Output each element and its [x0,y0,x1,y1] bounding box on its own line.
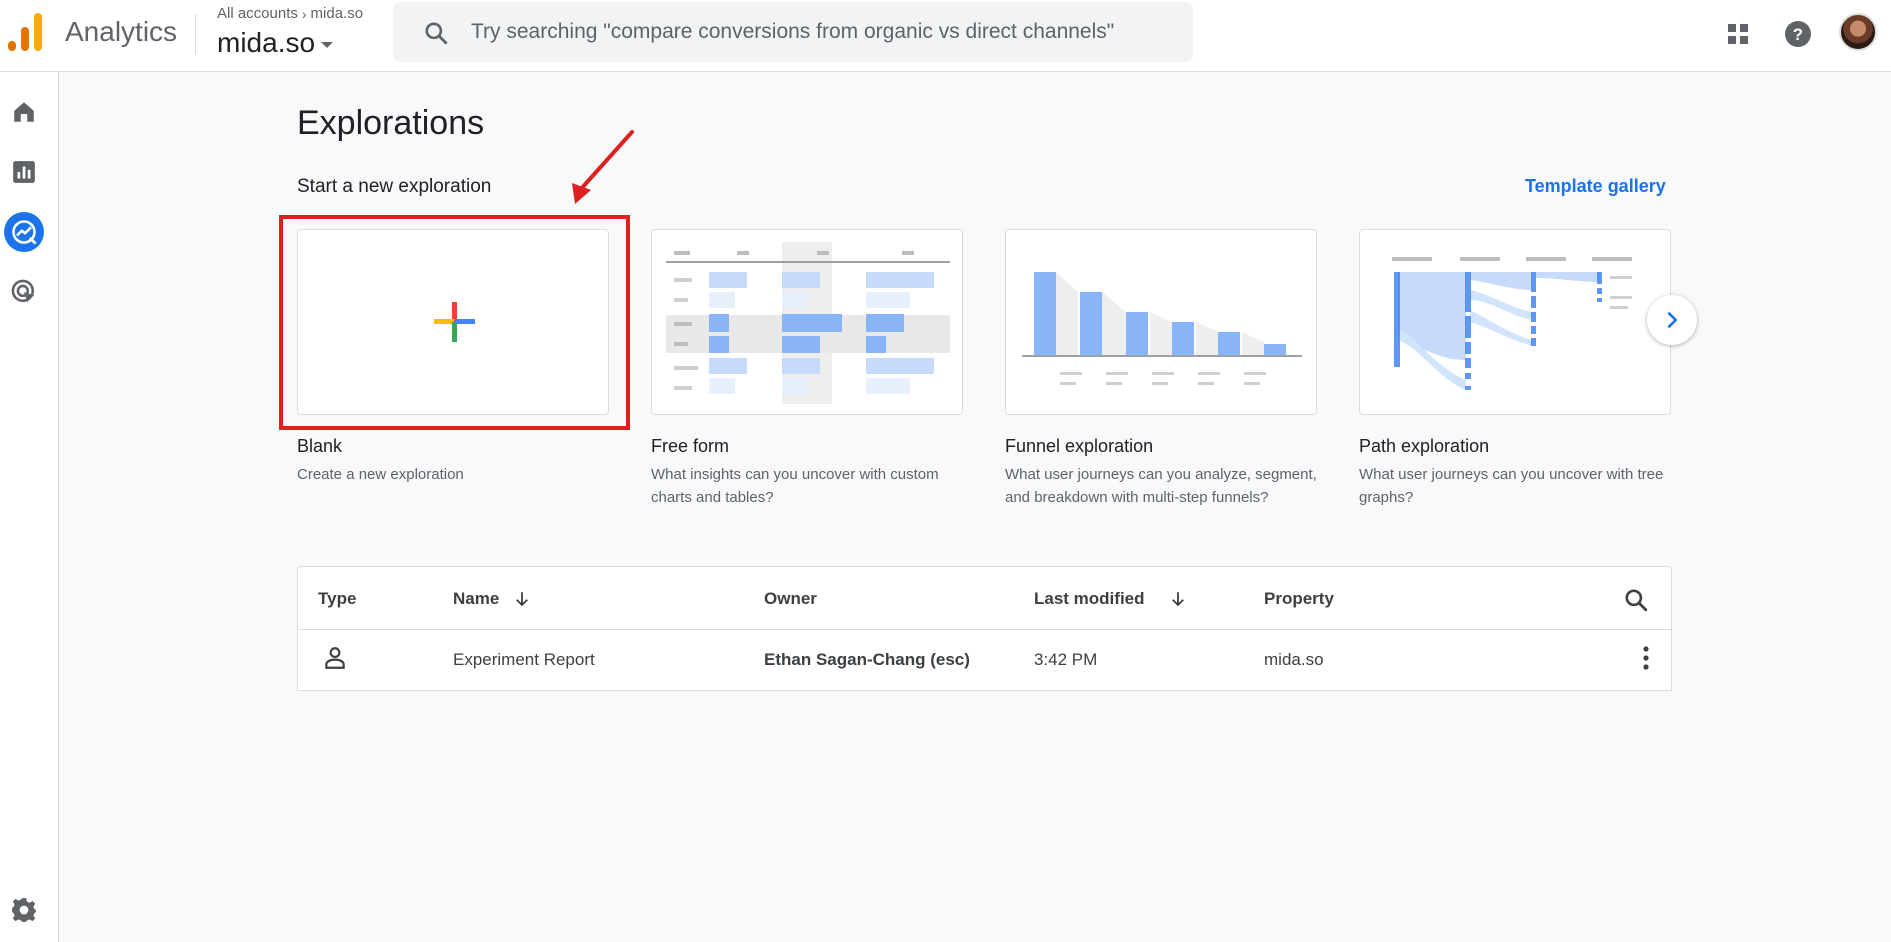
nav-home[interactable] [4,92,44,132]
column-header-type-label: Type [318,589,357,608]
row-last-modified: 3:42 PM [1034,650,1098,669]
card-desc-blank: Create a new exploration [297,466,464,483]
free-form-thumbnail [666,242,950,404]
chevron-right-icon: › [301,5,307,22]
header-divider [298,629,1671,630]
nav-explore[interactable] [4,212,44,252]
card-name-free-form: Free form [651,436,730,456]
nav-advertising[interactable] [4,272,44,312]
apps-icon[interactable] [1718,14,1758,54]
card-name-path: Path exploration [1359,436,1490,456]
row-owner: Ethan Sagan-Chang (esc) [764,650,970,669]
arrow-down-icon [1171,592,1184,607]
annotation-arrow [572,130,634,204]
row-name[interactable]: Experiment Report [453,650,595,670]
column-header-name[interactable]: Name [453,589,531,609]
search-icon[interactable] [1623,587,1649,613]
card-name-funnel: Funnel exploration [1005,436,1154,456]
column-header-property-label: Property [1264,589,1334,608]
next-templates-button[interactable] [1647,295,1697,345]
search-input[interactable] [471,12,1171,52]
column-header-last-modified-label: Last modified [1034,589,1145,608]
gear-icon [12,898,36,922]
page-title: Explorations [297,104,485,142]
row-property: mida.so [1264,650,1324,669]
card-desc-path: What user journeys can you uncover with … [1359,466,1664,506]
caret-down-icon [321,42,334,48]
svg-text:?: ? [1793,25,1803,44]
person-icon [325,647,345,669]
column-header-property[interactable]: Property [1264,589,1334,609]
property-name: mida.so [217,27,316,58]
path-exploration-card[interactable] [1359,229,1671,415]
search-icon [425,22,448,45]
search-bar[interactable] [393,2,1193,62]
column-header-type[interactable]: Type [318,589,356,609]
analytics-logo[interactable] [8,13,42,51]
column-header-name-label: Name [453,589,500,608]
arrow-down-icon [516,592,529,607]
chevron-right-icon [1667,311,1678,329]
card-name-blank: Blank [297,436,343,456]
more-vert-icon[interactable] [1634,644,1658,672]
column-header-owner[interactable]: Owner [764,589,817,609]
template-gallery-link[interactable]: Template gallery [1525,176,1666,197]
app-title: Analytics [65,16,178,47]
nav-settings[interactable] [4,890,44,930]
funnel-exploration-card[interactable] [1005,229,1317,415]
explore-icon [12,220,37,245]
card-desc-funnel: What user journeys can you analyze, segm… [1005,466,1317,506]
avatar[interactable] [1839,13,1877,51]
free-form-card[interactable] [651,229,963,415]
property-selector[interactable]: mida.so [217,27,334,59]
target-icon [11,279,35,303]
breadcrumb[interactable]: All accounts › mida.so [217,5,363,22]
column-header-last-modified[interactable]: Last modified [1034,589,1187,609]
left-nav [0,72,59,942]
top-bar: Analytics All accounts › mida.so mida.so… [0,0,1891,72]
funnel-thumbnail [1022,272,1302,385]
bar-chart-icon [13,161,35,183]
explorations-table: Type Name Owner Last modified Property E… [297,566,1672,691]
card-desc-free-form: What insights can you uncover with custo… [651,466,939,506]
nav-reports[interactable] [4,152,44,192]
home-icon [14,102,34,122]
breadcrumb-root[interactable]: All accounts [217,5,298,22]
breadcrumb-property[interactable]: mida.so [311,5,364,22]
help-icon[interactable]: ? [1778,14,1818,54]
column-header-owner-label: Owner [764,589,817,608]
section-title: Start a new exploration [297,176,492,197]
highlight-box [279,215,630,430]
title-divider [195,14,196,54]
path-thumbnail [1392,257,1632,390]
